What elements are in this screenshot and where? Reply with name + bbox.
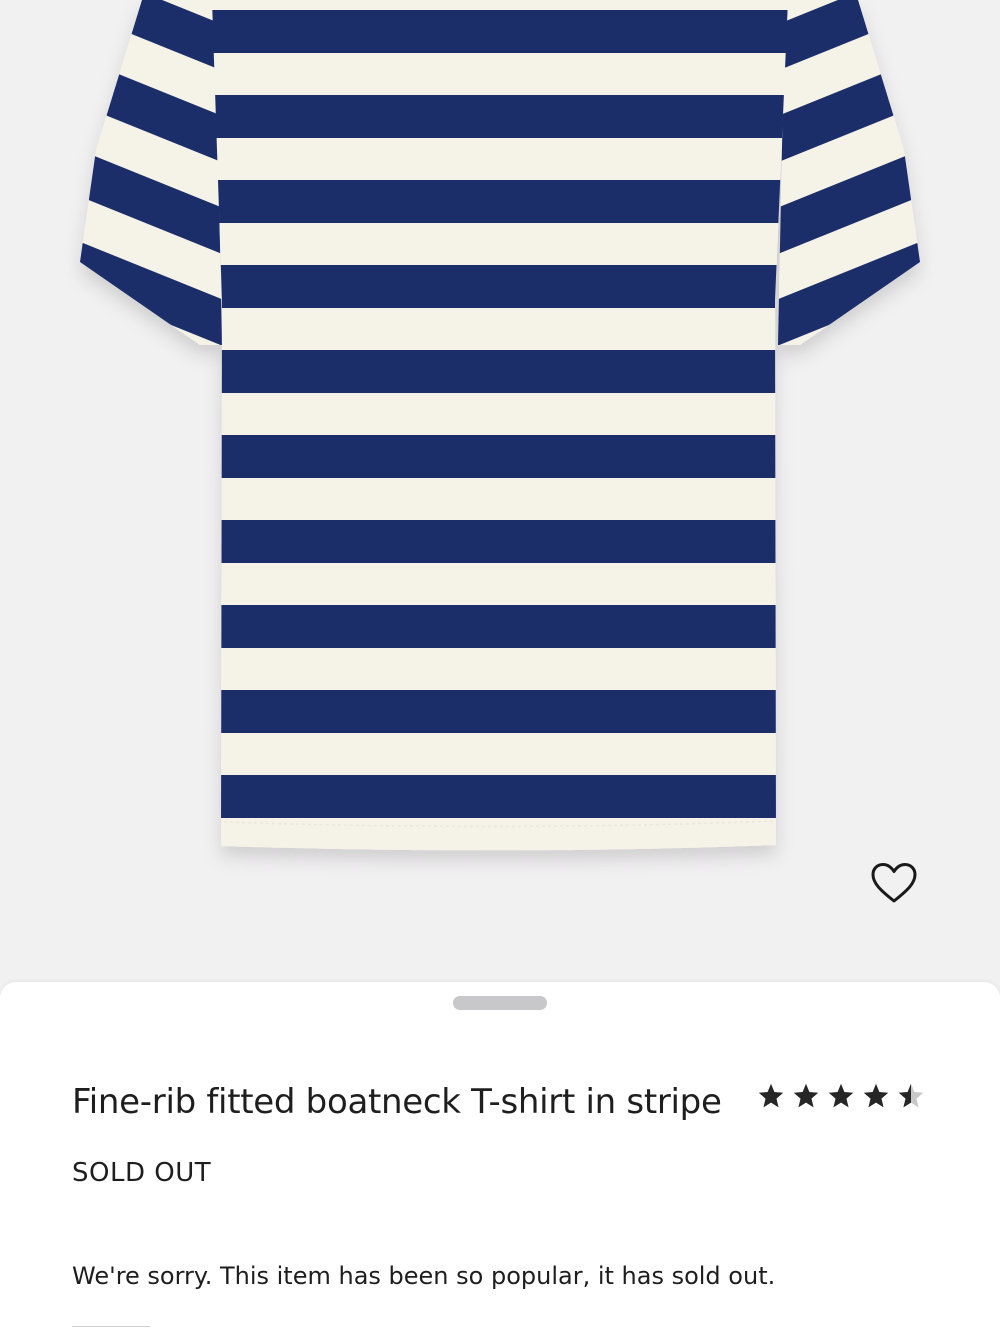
- right-sleeve: [778, 0, 920, 345]
- left-sleeve: [80, 0, 222, 345]
- divider: [72, 1326, 150, 1327]
- star-icon: [828, 1083, 854, 1108]
- product-page: Fine-rib fitted boatneck T-shirt in stri…: [0, 0, 1000, 1333]
- stock-status: SOLD OUT: [72, 1158, 212, 1188]
- star-rating[interactable]: [757, 1082, 925, 1110]
- star-icon: [863, 1083, 889, 1108]
- sheet-drag-handle[interactable]: [453, 996, 547, 1010]
- heart-outline-icon: [871, 863, 917, 903]
- product-image[interactable]: [0, 0, 1000, 990]
- product-title: Fine-rib fitted boatneck T-shirt in stri…: [72, 1082, 722, 1122]
- product-details-sheet: Fine-rib fitted boatneck T-shirt in stri…: [0, 982, 1000, 1333]
- sold-out-message: We're sorry. This item has been so popul…: [72, 1262, 776, 1290]
- star-icon: [793, 1083, 819, 1108]
- star-half-icon: [898, 1083, 924, 1108]
- wishlist-button[interactable]: [866, 858, 922, 908]
- star-icon: [758, 1083, 784, 1108]
- shirt-body: [212, 0, 788, 851]
- tshirt-photo: [80, 0, 920, 851]
